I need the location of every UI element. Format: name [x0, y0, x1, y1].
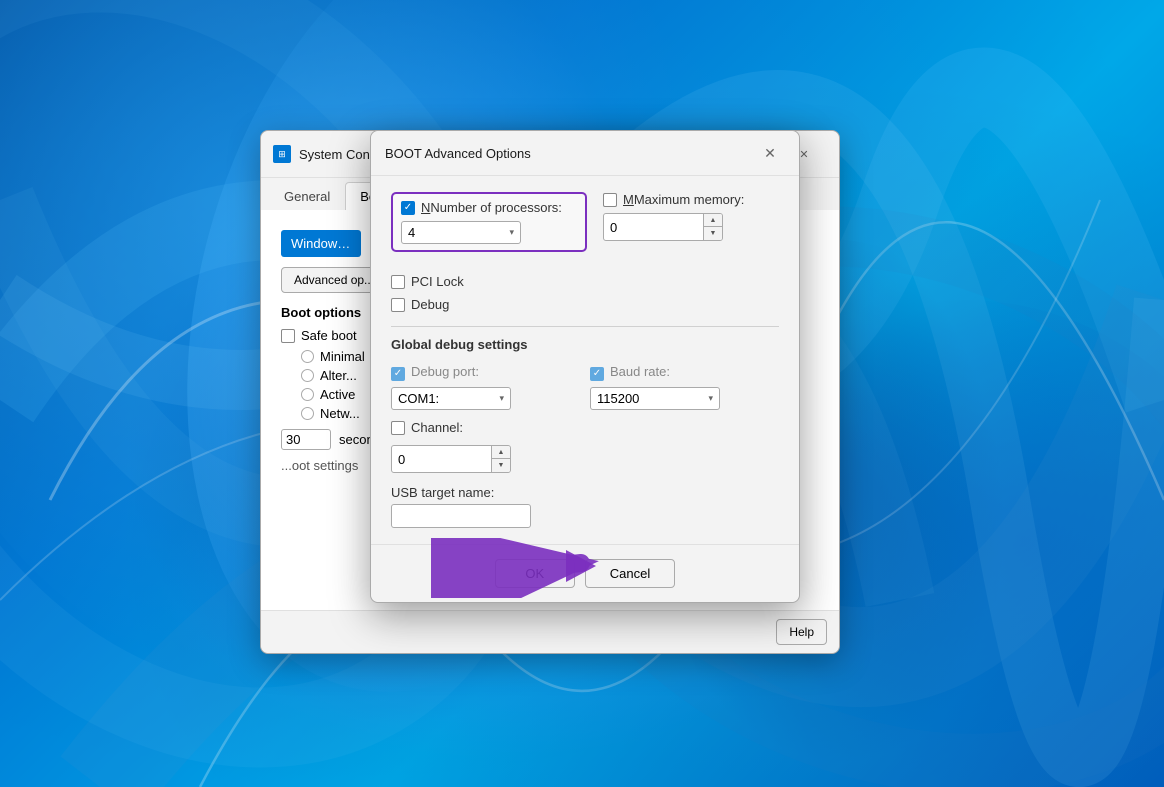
dialog-body: NNumber of processors: 4 ▾ MMaximum memo… — [371, 176, 799, 544]
minimal-label: Minimal — [320, 349, 365, 364]
baud-rate-value: 115200 — [597, 391, 639, 406]
usb-target-label: USB target name: — [391, 485, 779, 500]
cancel-btn[interactable]: Cancel — [585, 559, 675, 588]
baud-rate-checkbox[interactable] — [590, 367, 604, 381]
channel-spinner-wrapper: 0 ▲ ▼ — [391, 445, 779, 473]
active-label: Active — [320, 387, 355, 402]
alternate-radio[interactable] — [301, 369, 314, 382]
max-memory-up[interactable]: ▲ — [704, 214, 722, 227]
pci-lock-checkbox[interactable] — [391, 275, 405, 289]
channel-up[interactable]: ▲ — [492, 446, 510, 459]
debug-port-label-row: Debug port: — [391, 364, 580, 383]
baud-rate-select[interactable]: 115200 ▾ — [590, 387, 720, 410]
max-memory-down[interactable]: ▼ — [704, 227, 722, 240]
num-processors-value: 4 — [408, 225, 415, 240]
max-memory-checkbox-row: MMaximum memory: — [603, 192, 779, 207]
max-memory-spinner-buttons: ▲ ▼ — [703, 214, 722, 240]
syscfg-app-icon: ⊞ — [273, 145, 291, 163]
dialog-title: BOOT Advanced Options — [385, 146, 531, 161]
timeout-input[interactable] — [281, 429, 331, 450]
network-radio[interactable] — [301, 407, 314, 420]
debug-port-arrow: ▾ — [499, 393, 504, 404]
top-options-row: NNumber of processors: 4 ▾ MMaximum memo… — [391, 192, 779, 266]
baud-rate-group: Baud rate: 115200 ▾ — [590, 364, 779, 410]
baud-rate-label: Baud rate: — [610, 364, 670, 379]
channel-down[interactable]: ▼ — [492, 459, 510, 472]
pci-lock-row: PCI Lock — [391, 274, 779, 289]
syscfg-footer: Help — [261, 610, 839, 653]
syscfg-title: System Con... — [299, 147, 381, 162]
max-memory-checkbox[interactable] — [603, 193, 617, 207]
global-debug-title: Global debug settings — [391, 337, 779, 352]
tab-general[interactable]: General — [269, 182, 345, 210]
channel-checkbox[interactable] — [391, 421, 405, 435]
syscfg-help-btn[interactable]: Help — [776, 619, 827, 645]
usb-target-input[interactable] — [391, 504, 531, 528]
num-processors-checkbox[interactable] — [401, 201, 415, 215]
num-processors-select[interactable]: 4 ▾ — [401, 221, 521, 244]
channel-spinner-buttons: ▲ ▼ — [491, 446, 510, 472]
debug-port-value: COM1: — [398, 391, 439, 406]
num-processors-dropdown-arrow: ▾ — [509, 227, 514, 238]
os-entry[interactable]: Windows 11 (... — [281, 230, 361, 257]
network-label: Netw... — [320, 406, 360, 421]
minimal-radio[interactable] — [301, 350, 314, 363]
channel-spinner: 0 ▲ ▼ — [391, 445, 511, 473]
dialog-titlebar: BOOT Advanced Options ✕ — [371, 131, 799, 176]
max-memory-spinner: 0 ▲ ▼ — [603, 213, 723, 241]
debug-port-checkbox[interactable] — [391, 367, 405, 381]
channel-label: Channel: — [411, 420, 463, 435]
debug-port-baud-row: Debug port: COM1: ▾ Baud rate: 115200 ▾ — [391, 364, 779, 410]
max-memory-group: MMaximum memory: 0 ▲ ▼ — [603, 192, 779, 266]
baud-rate-arrow: ▾ — [708, 393, 713, 404]
debug-port-select[interactable]: COM1: ▾ — [391, 387, 511, 410]
pci-lock-label: PCI Lock — [411, 274, 464, 289]
num-processors-group: NNumber of processors: 4 ▾ — [391, 192, 587, 252]
separator — [391, 326, 779, 327]
ok-btn[interactable]: OK — [495, 559, 575, 588]
num-processors-label: NNumber of processors: — [421, 200, 562, 215]
channel-row: Channel: — [391, 420, 779, 435]
syscfg-title-area: ⊞ System Con... — [273, 145, 381, 163]
dialog-footer: OK Cancel — [371, 544, 799, 602]
usb-section: USB target name: — [391, 485, 779, 528]
safe-boot-label: Safe boot — [301, 328, 357, 343]
debug-checkbox[interactable] — [391, 298, 405, 312]
dialog-close-btn[interactable]: ✕ — [755, 141, 785, 165]
num-processors-checkbox-row: NNumber of processors: — [401, 200, 577, 215]
boot-advanced-dialog: BOOT Advanced Options ✕ NNumber of proce… — [370, 130, 800, 603]
safe-boot-checkbox[interactable] — [281, 329, 295, 343]
max-memory-value: 0 — [604, 217, 703, 238]
debug-port-label: Debug port: — [411, 364, 479, 379]
debug-label: Debug — [411, 297, 449, 312]
channel-value: 0 — [392, 449, 491, 470]
alternate-label: Alter... — [320, 368, 357, 383]
baud-rate-label-row: Baud rate: — [590, 364, 779, 383]
debug-port-group: Debug port: COM1: ▾ — [391, 364, 580, 410]
active-radio[interactable] — [301, 388, 314, 401]
max-memory-label: MMaximum memory: — [623, 192, 744, 207]
debug-row: Debug — [391, 297, 779, 312]
